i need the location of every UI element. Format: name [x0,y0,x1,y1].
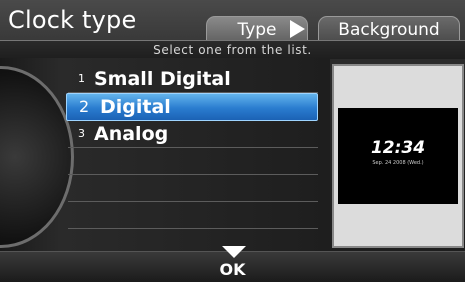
clock-type-screen: Clock type Type Background Select one fr… [0,0,465,282]
instruction-text: Select one from the list. [0,40,465,59]
list-item-number: 1 [78,72,85,85]
list-item-empty [68,175,318,202]
list-item-number: 3 [78,127,85,140]
list-item-empty [68,202,318,229]
list-item-digital[interactable]: 2 Digital [66,93,318,121]
down-arrow-icon [222,246,246,258]
list-item-empty [68,148,318,175]
preview-time: 12:34 [370,138,426,158]
preview-screen: 12:34 Sep. 24 2008 (Wed.) [338,108,458,204]
tab-background[interactable]: Background [318,16,460,43]
option-list: 1 Small Digital 2 Digital 3 Analog [66,66,318,229]
dial-decoration [0,66,74,248]
list-item-label: Analog [94,123,169,145]
list-item-small-digital[interactable]: 1 Small Digital [68,66,318,93]
ok-button[interactable]: OK [0,260,465,279]
list-panel: 1 Small Digital 2 Digital 3 Analog [0,58,330,251]
clock-preview: 12:34 Sep. 24 2008 (Wed.) [332,64,464,248]
preview-date: Sep. 24 2008 (Wed.) [372,160,424,166]
list-item-number: 2 [79,97,90,116]
list-item-analog[interactable]: 3 Analog [68,121,318,148]
list-item-label: Small Digital [94,68,231,90]
page-title: Clock type [8,6,137,34]
tab-arrow-icon [290,20,305,38]
list-item-label: Digital [100,96,171,118]
